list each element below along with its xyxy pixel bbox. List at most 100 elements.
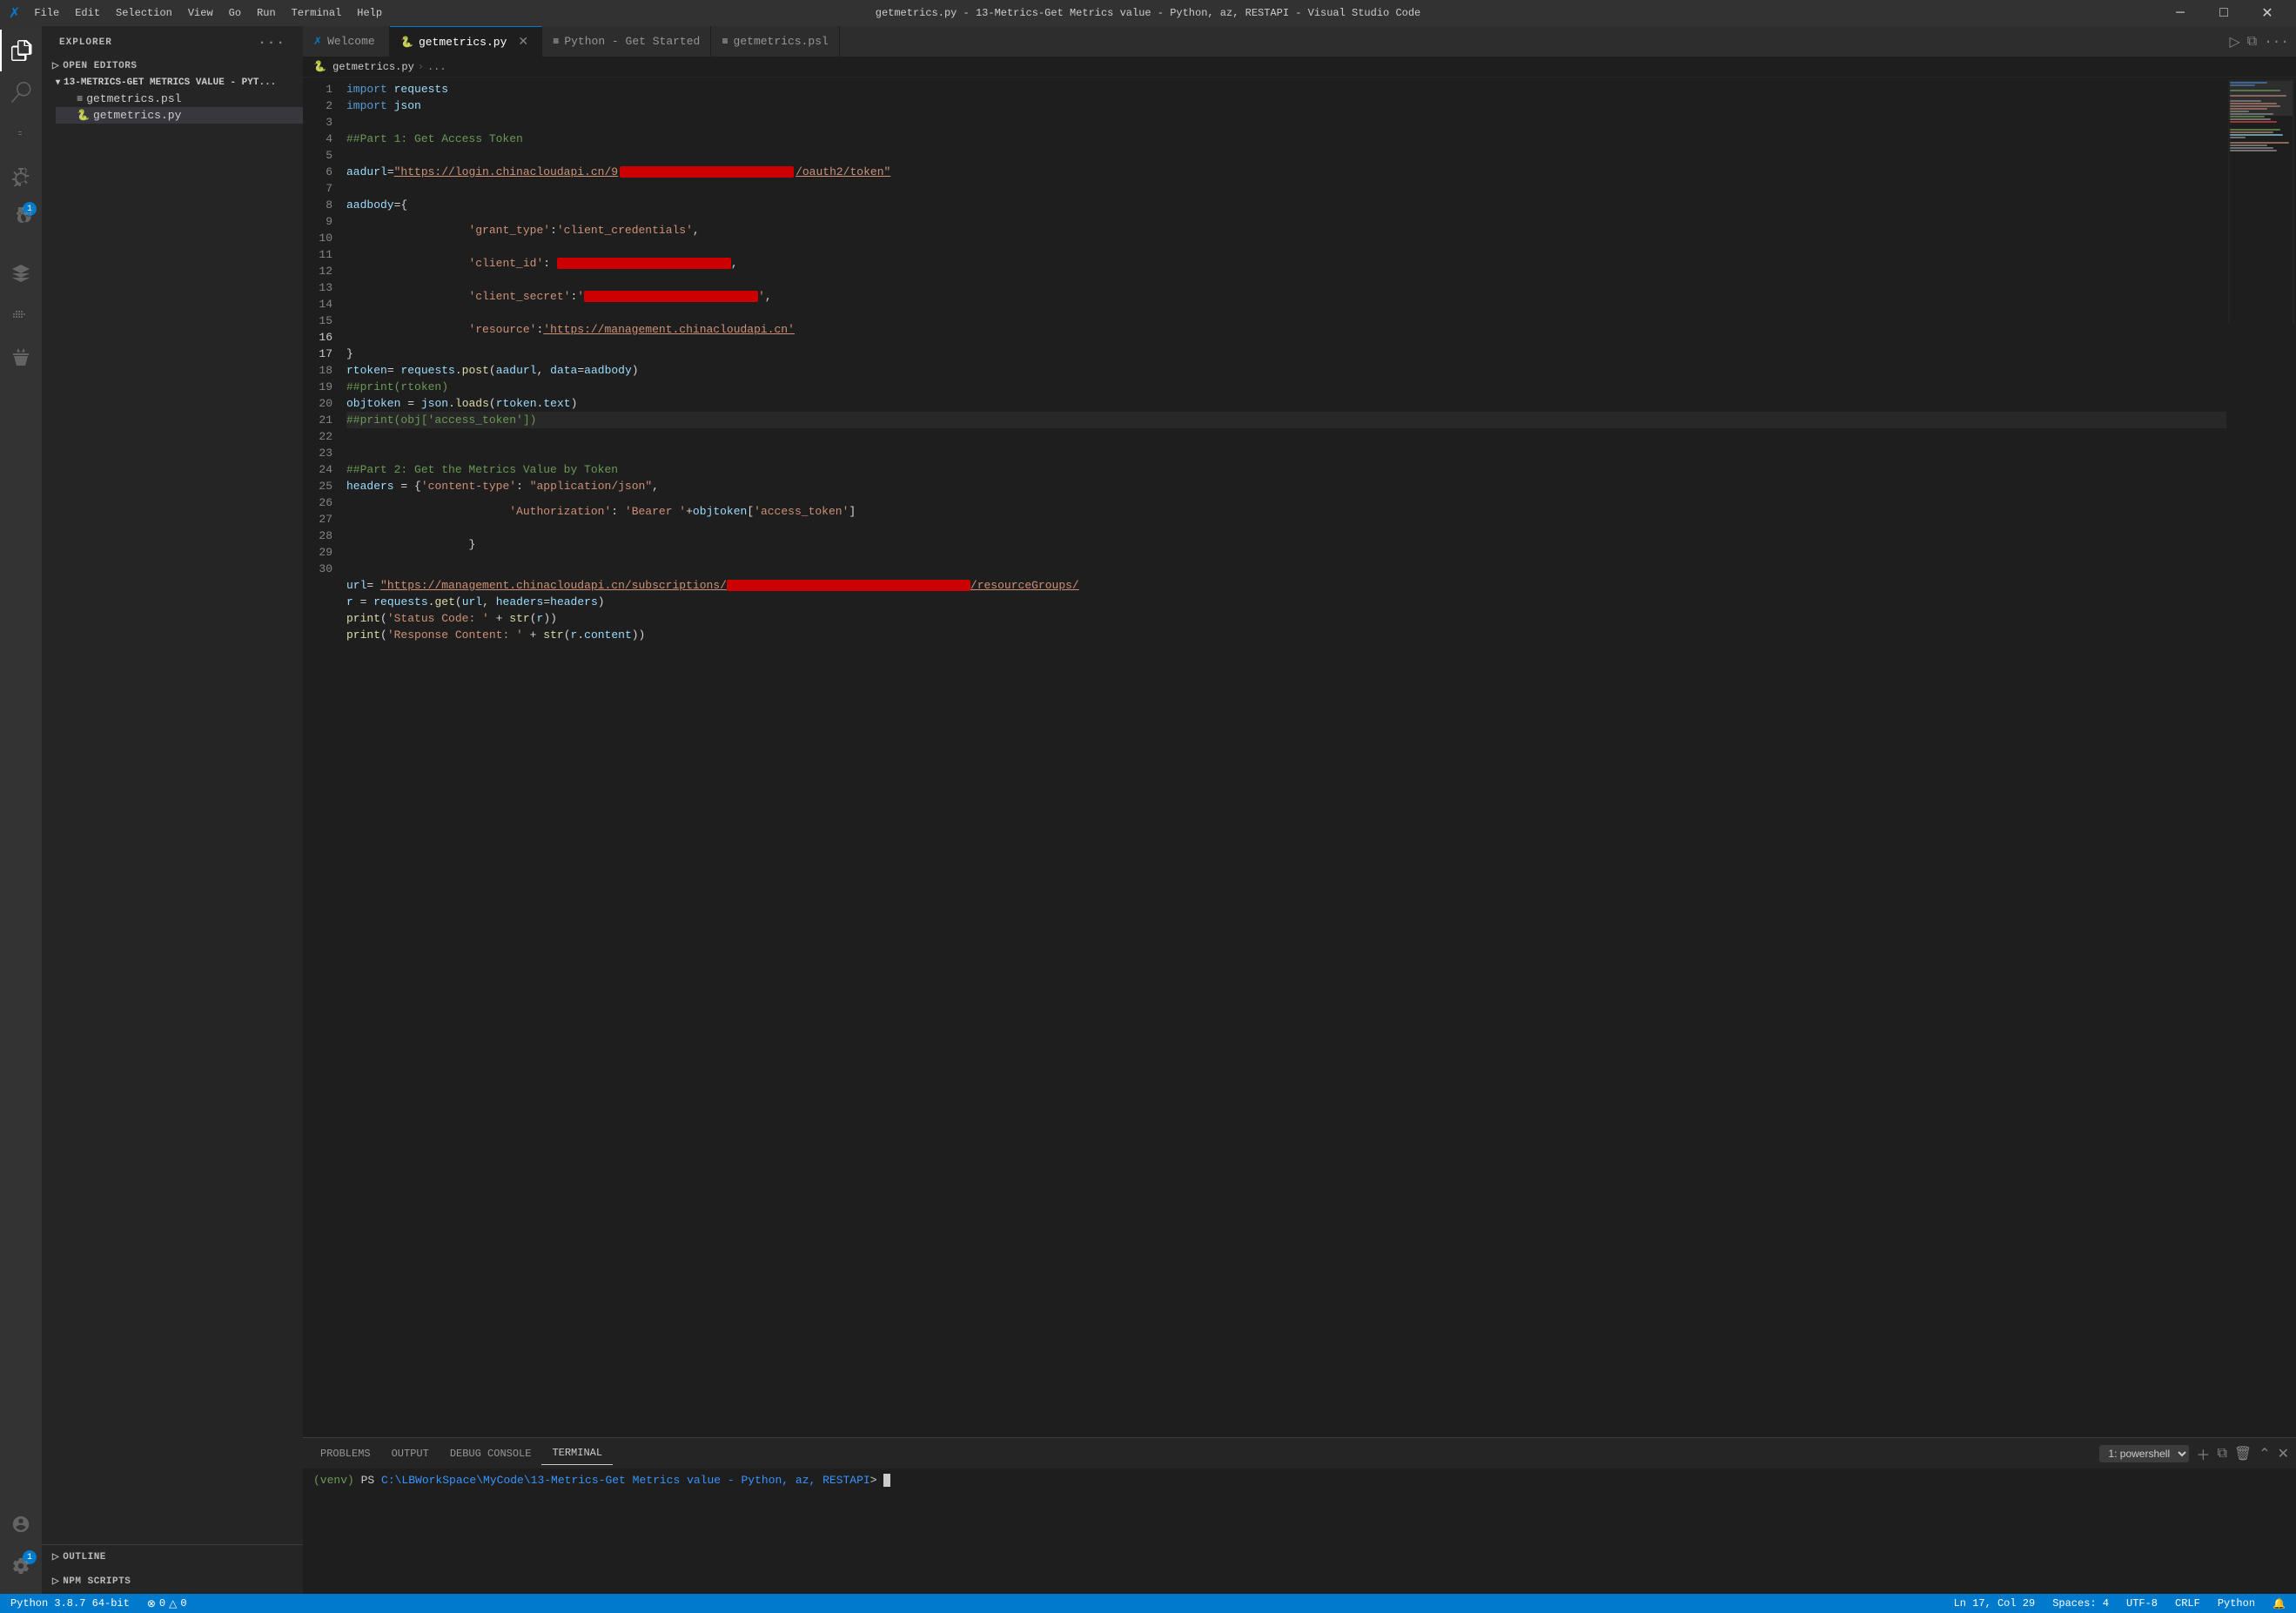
code-line-8: aadbody={ bbox=[346, 197, 2226, 213]
activity-debug[interactable] bbox=[0, 155, 42, 197]
ln-21: 21 bbox=[310, 412, 332, 428]
str-content-type-val: "application/json" bbox=[530, 478, 652, 494]
folder-header[interactable]: ▾ 13-METRICS-GET METRICS VALUE - PYT... bbox=[42, 75, 303, 91]
breadcrumb-rest[interactable]: ... bbox=[427, 61, 446, 73]
str-url-open: "https://management.chinacloudapi.cn/sub… bbox=[380, 577, 727, 594]
minimize-button[interactable]: ─ bbox=[2160, 0, 2200, 26]
prop-content: content bbox=[584, 627, 632, 643]
str-aadurl-close: /oauth2/token" bbox=[796, 164, 890, 180]
status-errors[interactable]: ⊗ 0 △ 0 bbox=[144, 1597, 191, 1610]
str-grant-type-val: 'client_credentials' bbox=[557, 222, 693, 239]
tab-debug-console[interactable]: DEBUG CONSOLE bbox=[440, 1442, 542, 1465]
var-headers-ref: headers bbox=[550, 594, 598, 610]
activity-settings[interactable]: 1 bbox=[0, 1545, 42, 1587]
encoding-label: UTF-8 bbox=[2126, 1597, 2158, 1610]
tab-python-get-started[interactable]: ≡ Python - Get Started bbox=[542, 26, 711, 57]
ln-8: 8 bbox=[310, 197, 332, 213]
breadcrumb-separator: › bbox=[418, 61, 424, 73]
file-getmetrics-psl[interactable]: ≡ getmetrics.psl bbox=[56, 91, 303, 107]
menu-selection[interactable]: Selection bbox=[109, 5, 179, 21]
str-resource-val: 'https://management.chinacloudapi.cn' bbox=[543, 321, 795, 338]
python-version-label: Python 3.8.7 64-bit bbox=[10, 1597, 130, 1610]
terminal-content[interactable]: (venv) PS C:\LBWorkSpace\MyCode\13-Metri… bbox=[303, 1469, 2296, 1594]
status-bar: Python 3.8.7 64-bit ⊗ 0 △ 0 Ln 17, Col 2… bbox=[0, 1594, 2296, 1613]
code-editor[interactable]: 1 2 3 4 5 6 7 8 9 10 11 12 13 14 15 16 1 bbox=[303, 77, 2296, 1437]
str-response-content: 'Response Content: ' bbox=[387, 627, 523, 643]
titlebar-controls: ─ □ ✕ bbox=[2160, 0, 2287, 26]
vscode-logo: ✗ bbox=[9, 4, 20, 22]
status-language[interactable]: Python bbox=[2214, 1597, 2259, 1610]
menu-edit[interactable]: Edit bbox=[68, 5, 107, 21]
tab-getmetrics-py[interactable]: 🐍 getmetrics.py ✕ bbox=[390, 26, 542, 57]
tab-getmetrics-psl[interactable]: ≡ getmetrics.psl bbox=[711, 26, 839, 57]
activity-search[interactable] bbox=[0, 71, 42, 113]
activity-source-control[interactable] bbox=[0, 113, 42, 155]
ln-4: 4 bbox=[310, 131, 332, 147]
code-line-17: ##print(obj['access_token']) bbox=[346, 412, 2226, 428]
activity-bottom: 1 bbox=[0, 1503, 42, 1594]
kw-import-2: import bbox=[346, 97, 387, 114]
ln-19: 19 bbox=[310, 379, 332, 395]
close-button[interactable]: ✕ bbox=[2247, 0, 2287, 26]
menu-file[interactable]: File bbox=[27, 5, 66, 21]
status-left: Python 3.8.7 64-bit ⊗ 0 △ 0 bbox=[7, 1597, 191, 1610]
status-python-version[interactable]: Python 3.8.7 64-bit bbox=[7, 1597, 133, 1610]
code-line-7 bbox=[346, 180, 2226, 197]
file-getmetrics-py[interactable]: 🐍 getmetrics.py bbox=[56, 107, 303, 124]
param-headers: headers bbox=[496, 594, 544, 610]
activity-test[interactable] bbox=[0, 336, 42, 378]
ln-29: 29 bbox=[310, 544, 332, 561]
tab-output[interactable]: OUTPUT bbox=[381, 1442, 440, 1465]
new-terminal-button[interactable]: ＋ bbox=[2196, 1443, 2210, 1464]
activity-extensions[interactable]: 1 bbox=[0, 197, 42, 239]
menu-help[interactable]: Help bbox=[350, 5, 389, 21]
tab-problems[interactable]: PROBLEMS bbox=[310, 1442, 381, 1465]
menu-view[interactable]: View bbox=[181, 5, 220, 21]
tab-getmetrics-close[interactable]: ✕ bbox=[515, 34, 531, 50]
ln-14: 14 bbox=[310, 296, 332, 313]
menu-terminal[interactable]: Terminal bbox=[285, 5, 349, 21]
terminal-selector[interactable]: 1: powershell bbox=[2099, 1445, 2189, 1462]
var-aadurl-ref: aadurl bbox=[496, 362, 537, 379]
status-cursor[interactable]: Ln 17, Col 29 bbox=[1950, 1597, 2039, 1610]
trash-terminal-button[interactable]: 🗑 bbox=[2234, 1445, 2252, 1462]
code-line-28: print('Response Content: ' + str(r.conte… bbox=[346, 627, 2226, 643]
split-editor-button[interactable]: ⧉ bbox=[2247, 34, 2257, 50]
comment-part2: ##Part 2: Get the Metrics Value by Token bbox=[346, 461, 618, 478]
app-container: 1 1 bbox=[0, 26, 2296, 1594]
activity-explorer[interactable] bbox=[0, 30, 42, 71]
open-editors-header[interactable]: ▷ OPEN EDITORS bbox=[42, 57, 303, 75]
str-aadurl-open: "https://login.chinacloudapi.cn/9 bbox=[394, 164, 618, 180]
close-panel-button[interactable]: ✕ bbox=[2278, 1445, 2289, 1462]
code-line-20: ##Part 2: Get the Metrics Value by Token bbox=[346, 461, 2226, 478]
status-encoding[interactable]: UTF-8 bbox=[2123, 1597, 2161, 1610]
status-indent[interactable]: Spaces: 4 bbox=[2049, 1597, 2112, 1610]
ln-30: 30 bbox=[310, 561, 332, 577]
titlebar-left: ✗ File Edit Selection View Go Run Termin… bbox=[9, 4, 389, 22]
tab-welcome[interactable]: ✗ Welcome bbox=[303, 26, 390, 57]
ln-1: 1 bbox=[310, 81, 332, 97]
activity-remote[interactable] bbox=[0, 252, 42, 294]
split-terminal-button[interactable]: ⧉ bbox=[2217, 1446, 2226, 1462]
code-content[interactable]: import requests import json ##Part 1: Ge… bbox=[339, 77, 2226, 1437]
breadcrumb-file[interactable]: 🐍 getmetrics.py bbox=[313, 60, 414, 73]
status-notifications[interactable]: 🔔 bbox=[2269, 1597, 2289, 1610]
menu-run[interactable]: Run bbox=[250, 5, 283, 21]
var-r-ref: r bbox=[537, 610, 544, 627]
sidebar-more-actions[interactable]: ··· bbox=[258, 35, 285, 50]
npm-header[interactable]: ▷ NPM SCRIPTS bbox=[42, 1573, 303, 1590]
comment-part1: ##Part 1: Get Access Token bbox=[346, 131, 523, 147]
code-line-15: ##print(rtoken) bbox=[346, 379, 2226, 395]
more-actions-button[interactable]: ··· bbox=[2264, 34, 2289, 50]
menu-go[interactable]: Go bbox=[222, 5, 248, 21]
status-line-ending[interactable]: CRLF bbox=[2172, 1597, 2204, 1610]
run-button[interactable]: ▷ bbox=[2229, 33, 2239, 50]
ln-10: 10 bbox=[310, 230, 332, 246]
maximize-button[interactable]: □ bbox=[2204, 0, 2244, 26]
maximize-panel-button[interactable]: ⌃ bbox=[2259, 1445, 2270, 1462]
minimap bbox=[2226, 77, 2296, 1437]
activity-docker[interactable] bbox=[0, 294, 42, 336]
tab-terminal[interactable]: TERMINAL bbox=[541, 1442, 613, 1465]
activity-account[interactable] bbox=[0, 1503, 42, 1545]
outline-header[interactable]: ▷ OUTLINE bbox=[42, 1549, 303, 1566]
